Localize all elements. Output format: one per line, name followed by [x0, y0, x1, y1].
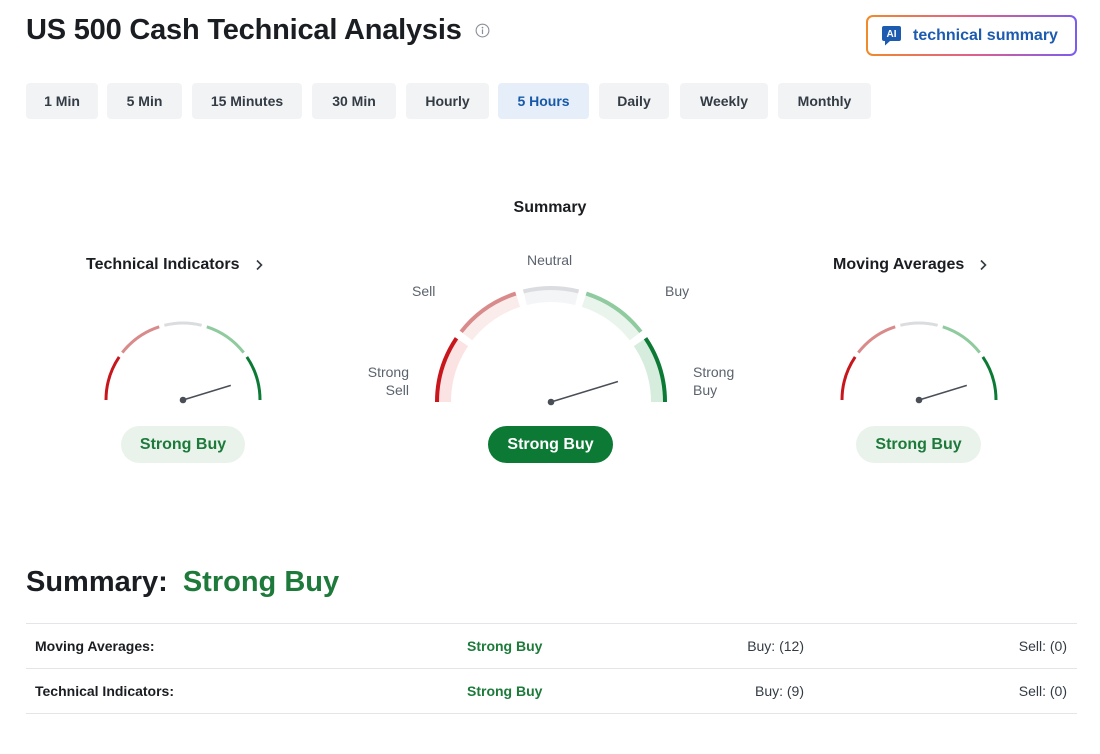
buy-segment-band	[581, 291, 643, 341]
technical-indicators-title: Technical Indicators	[86, 256, 240, 273]
gauge-label-sell: Sell	[412, 283, 436, 299]
strong-buy-segment	[245, 356, 262, 401]
gauge-label-buy: Buy	[665, 283, 690, 299]
neutral-segment	[164, 321, 202, 327]
buy-segment	[206, 325, 245, 354]
moving-averages-result: Strong Buy	[856, 426, 981, 463]
summary-gauge-result: Strong Buy	[488, 426, 613, 463]
gauge-needle	[550, 380, 619, 403]
info-icon[interactable]	[475, 23, 490, 38]
table-row: Technical Indicators: Strong Buy Buy: (9…	[26, 669, 1077, 714]
strong-sell-segment	[104, 356, 121, 401]
gauge-needle-pivot	[915, 396, 923, 404]
page-title: US 500 Cash Technical Analysis	[26, 14, 462, 46]
row-name: Moving Averages:	[35, 638, 155, 654]
gauge-needle	[918, 384, 968, 401]
gauge-label-strong-buy: Strong Buy	[693, 364, 735, 398]
tab-5-hours[interactable]: 5 Hours	[498, 83, 589, 119]
buy-segment	[942, 325, 981, 354]
ai-badge-text: AI	[887, 29, 897, 40]
technical-indicators-gauge	[104, 321, 262, 404]
tab-hourly[interactable]: Hourly	[406, 83, 489, 119]
technical-indicators-link[interactable]: Technical Indicators	[86, 256, 264, 274]
table-row: Moving Averages: Strong Buy Buy: (12) Se…	[26, 624, 1077, 669]
row-sell-count: Sell: (0)	[1018, 683, 1067, 699]
strong-sell-segment	[840, 356, 857, 401]
sell-segment-band	[459, 291, 521, 341]
tab-weekly[interactable]: Weekly	[680, 83, 768, 119]
tab-monthly[interactable]: Monthly	[778, 83, 871, 119]
chevron-right-icon	[980, 259, 987, 271]
moving-averages-link[interactable]: Moving Averages	[833, 256, 988, 274]
summary-table: Moving Averages: Strong Buy Buy: (12) Se…	[26, 623, 1077, 714]
summary-value: Strong Buy	[182, 566, 340, 598]
summary-gauge-title: Summary	[513, 199, 587, 216]
strong-buy-segment	[981, 356, 998, 401]
moving-averages-gauge	[840, 321, 998, 404]
row-buy-count: Buy: (9)	[754, 683, 804, 699]
tab-daily[interactable]: Daily	[599, 83, 669, 119]
tab-1-min[interactable]: 1 Min	[26, 83, 98, 119]
row-signal: Strong Buy	[467, 683, 543, 699]
gauge-needle-pivot	[547, 398, 555, 406]
ai-technical-summary-button[interactable]: AI technical summary	[866, 15, 1077, 56]
summary-heading: Summary: Strong Buy	[26, 566, 339, 599]
row-name: Technical Indicators:	[35, 683, 174, 699]
ai-button-label: technical summary	[913, 26, 1058, 44]
ai-chat-icon: AI	[881, 25, 902, 47]
gauge-label-strong-sell: Strong Sell	[367, 364, 409, 398]
neutral-segment	[900, 321, 938, 327]
summary-label: Summary:	[26, 566, 168, 598]
row-signal: Strong Buy	[467, 638, 543, 654]
tab-30-min[interactable]: 30 Min	[312, 83, 396, 119]
sell-segment	[857, 325, 896, 354]
row-buy-count: Buy: (12)	[747, 638, 804, 654]
gauge-needle-pivot	[179, 396, 187, 404]
technical-indicators-result: Strong Buy	[121, 426, 245, 463]
chevron-right-icon	[255, 259, 263, 271]
moving-averages-title: Moving Averages	[833, 256, 965, 273]
tab-15-minutes[interactable]: 15 Minutes	[192, 83, 302, 119]
gauge-label-neutral: Neutral	[527, 252, 573, 268]
row-sell-count: Sell: (0)	[1018, 638, 1067, 654]
gauge-needle	[182, 384, 232, 401]
summary-gauge	[435, 286, 667, 406]
tab-5-min[interactable]: 5 Min	[107, 83, 182, 119]
sell-segment	[121, 325, 160, 354]
